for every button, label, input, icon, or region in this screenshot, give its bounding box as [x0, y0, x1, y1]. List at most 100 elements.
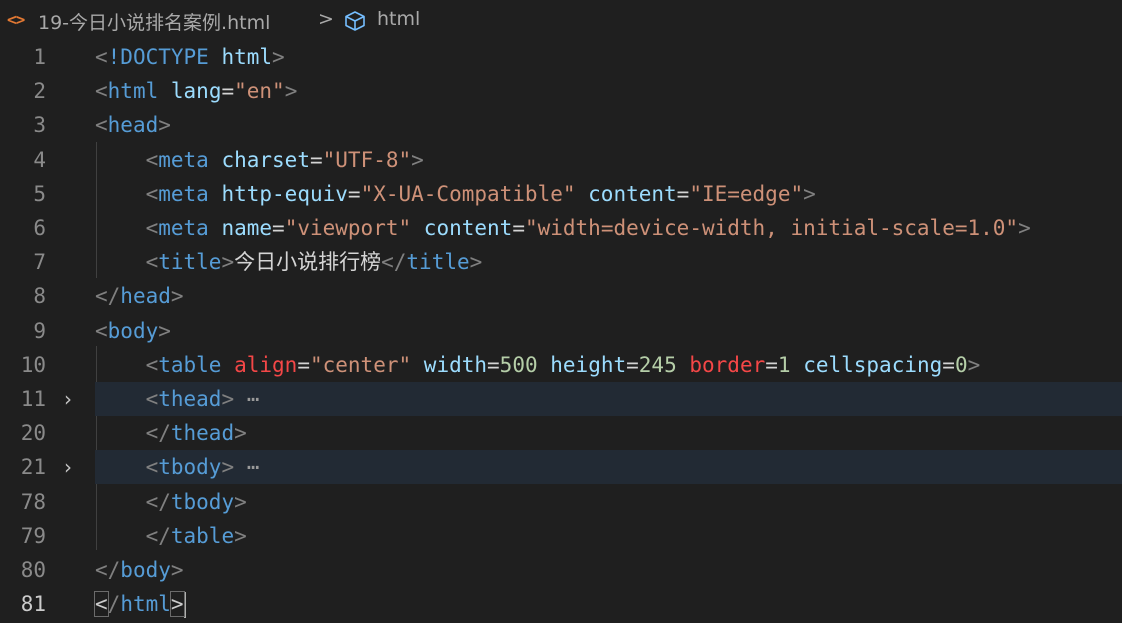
code-token: > [221, 455, 235, 480]
code-token: = [942, 352, 955, 377]
line-number: 5 [33, 181, 46, 206]
code-line[interactable]: 8 </head> [0, 279, 1122, 313]
code-text[interactable]: <html lang="en"> [95, 74, 297, 108]
breadcrumb-file[interactable]: 19-今日小说排名案例.html [38, 8, 270, 35]
code-token: http-equiv [221, 181, 348, 206]
code-text[interactable]: </thead> [95, 416, 247, 450]
code-token: < [145, 387, 159, 411]
code-text[interactable]: </html> [94, 587, 186, 621]
code-token: 0 [954, 352, 968, 377]
code-token: 500 [499, 352, 538, 377]
code-line[interactable]: 79 </table> [0, 519, 1122, 553]
code-token: < [145, 181, 159, 206]
code-token: = [347, 181, 361, 206]
html-file-icon: <> [7, 10, 25, 29]
code-text[interactable]: <tbody> ⋯ [95, 450, 260, 484]
code-line[interactable]: 5 <meta http-equiv="X-UA-Compatible" con… [0, 177, 1122, 211]
code-line[interactable]: 11 › <thead> ⋯ [0, 382, 1122, 416]
code-token: < [145, 455, 159, 480]
code-token: < [94, 591, 109, 618]
line-number: 9 [33, 318, 46, 343]
code-token: </ [145, 523, 171, 548]
code-token: < [145, 216, 159, 240]
code-text[interactable]: </body> [95, 553, 184, 587]
code-token: < [145, 147, 159, 172]
code-line[interactable]: 21 › <tbody> ⋯ [0, 450, 1122, 485]
code-token: head [107, 113, 159, 138]
code-text[interactable]: <thead> ⋯ [95, 382, 260, 416]
line-number: 11 [20, 387, 46, 411]
code-token: > [158, 113, 171, 138]
line-number: 20 [20, 421, 46, 446]
code-text[interactable]: </tbody> [95, 485, 247, 519]
code-line[interactable]: 7 <title>今日小说排行榜</title> [0, 245, 1122, 279]
code-token: "en" [234, 79, 285, 104]
breadcrumb: <> 19-今日小说排名案例.html > html [0, 0, 1122, 40]
code-token: align [234, 352, 298, 377]
code-text[interactable]: <title>今日小说排行榜</title> [95, 245, 483, 279]
code-token: = [676, 181, 690, 206]
code-text[interactable]: <!DOCTYPE html> [95, 40, 285, 74]
code-token: > [234, 523, 247, 548]
code-token: / [107, 592, 121, 617]
code-line[interactable]: 80 </body> [0, 553, 1122, 587]
code-text[interactable]: <table align="center" width=500 height=2… [95, 348, 981, 382]
line-number: 2 [33, 79, 46, 104]
code-token: lang [170, 79, 222, 104]
code-token: </ [95, 558, 121, 582]
code-line[interactable]: 9 <body> [0, 314, 1122, 348]
code-token: charset [221, 147, 310, 172]
code-token: = [221, 79, 235, 104]
code-text[interactable]: <head> [95, 108, 171, 142]
code-line[interactable]: 20 </thead> [0, 416, 1122, 450]
code-token: = [512, 216, 525, 240]
code-line[interactable]: 81 </html> [0, 587, 1122, 621]
code-token: thead [158, 387, 222, 411]
code-editor[interactable]: 1 <!DOCTYPE html> 2 <html lang="en"> 3 <head>… [0, 40, 1122, 623]
folded-ellipsis[interactable]: ⋯ [234, 387, 260, 411]
code-line[interactable]: 6 <meta name="viewport" content="width=d… [0, 211, 1122, 245]
code-line[interactable]: 3 <head> [0, 108, 1122, 142]
code-token: > [170, 558, 184, 582]
code-token: </ [95, 284, 121, 309]
fold-chevron-icon[interactable]: › [64, 450, 84, 484]
code-text[interactable]: <meta charset="UTF-8"> [95, 143, 424, 177]
code-token: table [170, 523, 235, 548]
code-token: table [158, 352, 222, 377]
breadcrumb-node[interactable]: html [377, 8, 420, 30]
code-token: > [169, 591, 185, 618]
line-number: 80 [20, 558, 46, 582]
code-line[interactable]: 1 <!DOCTYPE html> [0, 40, 1122, 74]
code-line[interactable]: 4 <meta charset="UTF-8"> [0, 143, 1122, 177]
code-text[interactable]: <body> [95, 314, 171, 348]
code-line[interactable]: 2 <html lang="en"> [0, 74, 1122, 108]
code-text[interactable]: </table> [95, 519, 247, 553]
code-text[interactable]: </head> [95, 279, 184, 313]
fold-chevron-icon[interactable]: › [64, 382, 84, 416]
code-text[interactable]: <meta name="viewport" content="width=dev… [95, 211, 1031, 245]
code-token: 245 [638, 352, 677, 377]
code-line[interactable]: 78 </tbody> [0, 485, 1122, 519]
code-line[interactable]: 10 <table align="center" width=500 heigh… [0, 348, 1122, 382]
line-number: 1 [33, 45, 46, 69]
code-text[interactable]: <meta http-equiv="X-UA-Compatible" conte… [95, 177, 816, 211]
folded-ellipsis[interactable]: ⋯ [234, 455, 260, 479]
code-token: !DOCTYPE [107, 45, 209, 69]
code-token: title [406, 250, 470, 275]
code-token: height [550, 352, 627, 377]
line-number: 7 [33, 250, 46, 275]
code-token: </ [145, 489, 171, 514]
code-token: > [411, 147, 424, 172]
cube-icon [345, 11, 365, 31]
code-token: < [95, 79, 108, 104]
